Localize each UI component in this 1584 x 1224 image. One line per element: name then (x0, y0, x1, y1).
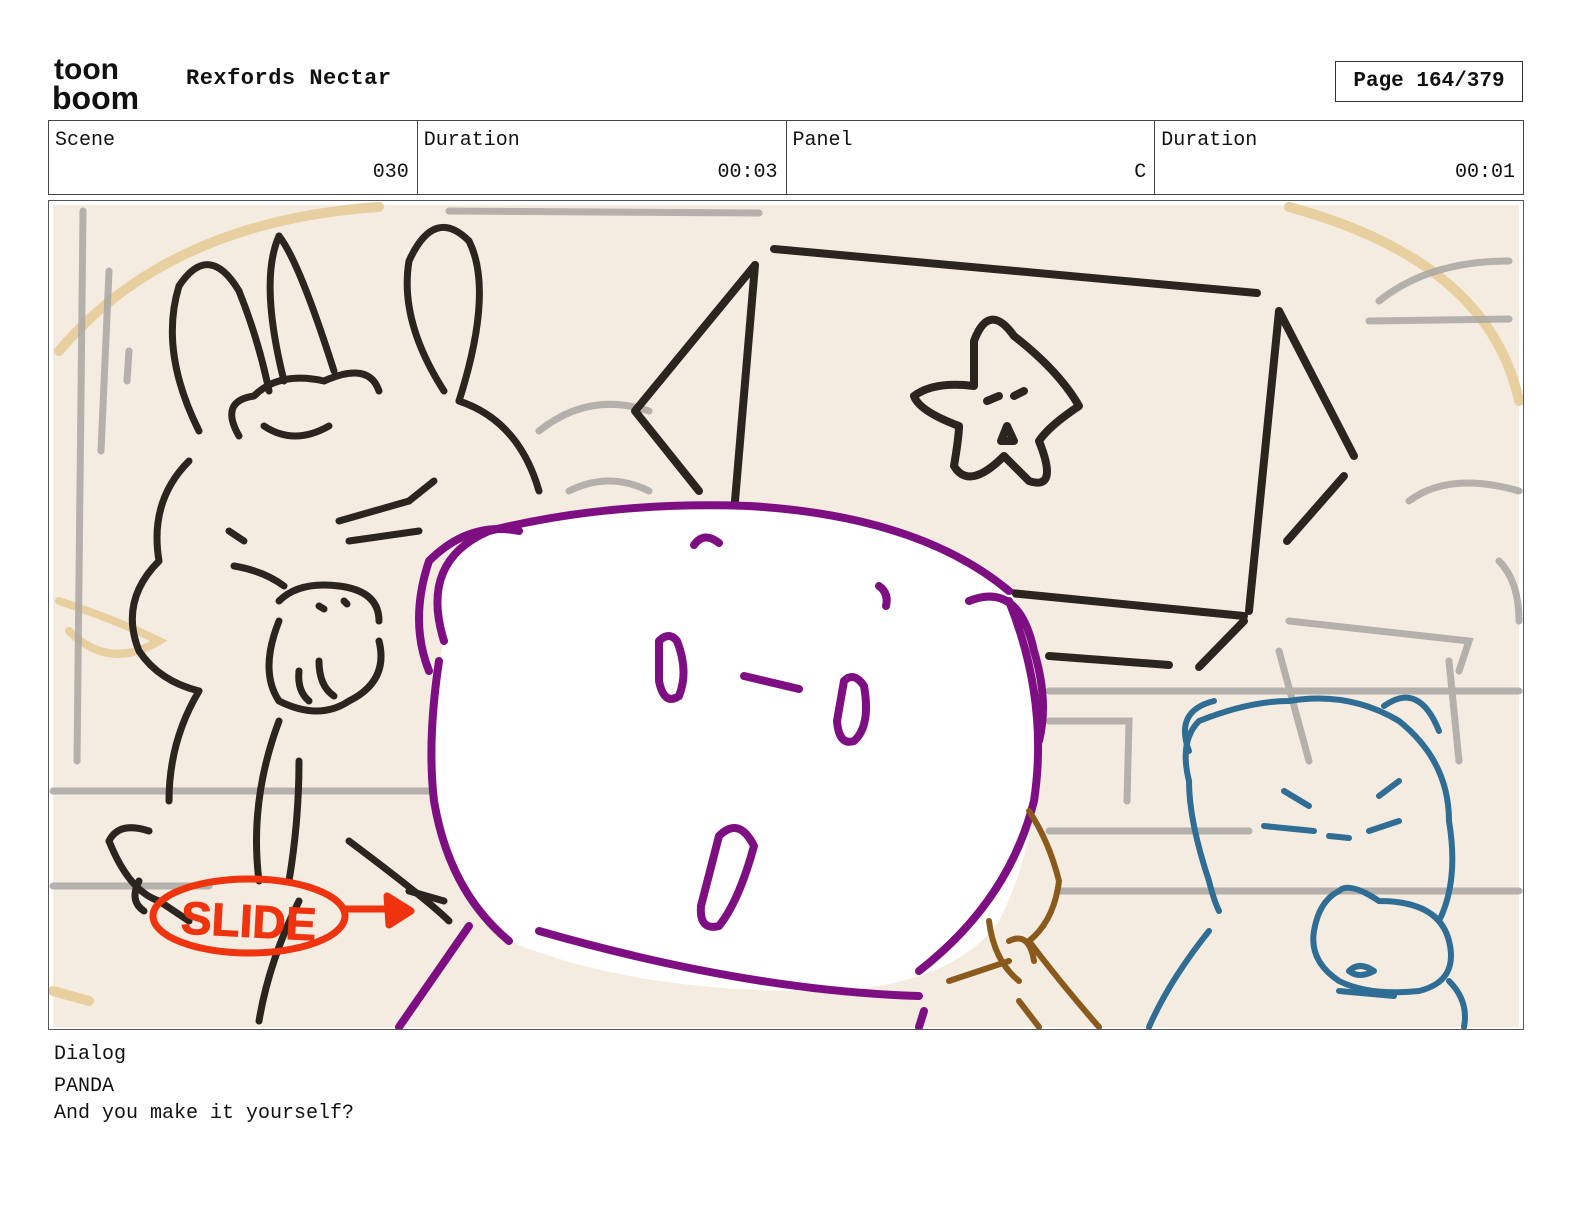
toon-boom-logo: toon boom (52, 52, 164, 116)
scene-cell: Scene 030 (49, 121, 418, 194)
scene-label: Scene (55, 129, 116, 152)
panel-value: C (1134, 161, 1147, 184)
scene-value: 030 (372, 161, 409, 184)
slide-annotation-text: SLIDE (180, 891, 318, 950)
scene-duration-cell: Duration 00:03 (418, 121, 787, 194)
panel-drawing: SLIDE (49, 202, 1523, 1029)
scene-duration-label: Duration (423, 129, 520, 152)
scene-duration-value: 00:03 (717, 161, 778, 184)
project-title: Rexfords Nectar (186, 66, 392, 91)
panda-head-fill (431, 505, 1041, 991)
dialog-label: Dialog (54, 1043, 127, 1066)
logo-text-bottom: boom (52, 80, 139, 112)
dialog-speaker: PANDA (54, 1075, 115, 1098)
storyboard-panel: SLIDE (48, 200, 1524, 1030)
panel-duration-value: 00:01 (1454, 161, 1515, 184)
panel-label: Panel (792, 129, 853, 152)
scene-info-bar: Scene 030 Duration 00:03 Panel C Duratio… (48, 120, 1524, 195)
panel-duration-label: Duration (1161, 129, 1258, 152)
panel-duration-cell: Duration 00:01 (1155, 121, 1523, 194)
page-number: Page 164/379 (1335, 61, 1523, 102)
panel-cell: Panel C (787, 121, 1156, 194)
dialog-line: And you make it yourself? (54, 1102, 355, 1125)
